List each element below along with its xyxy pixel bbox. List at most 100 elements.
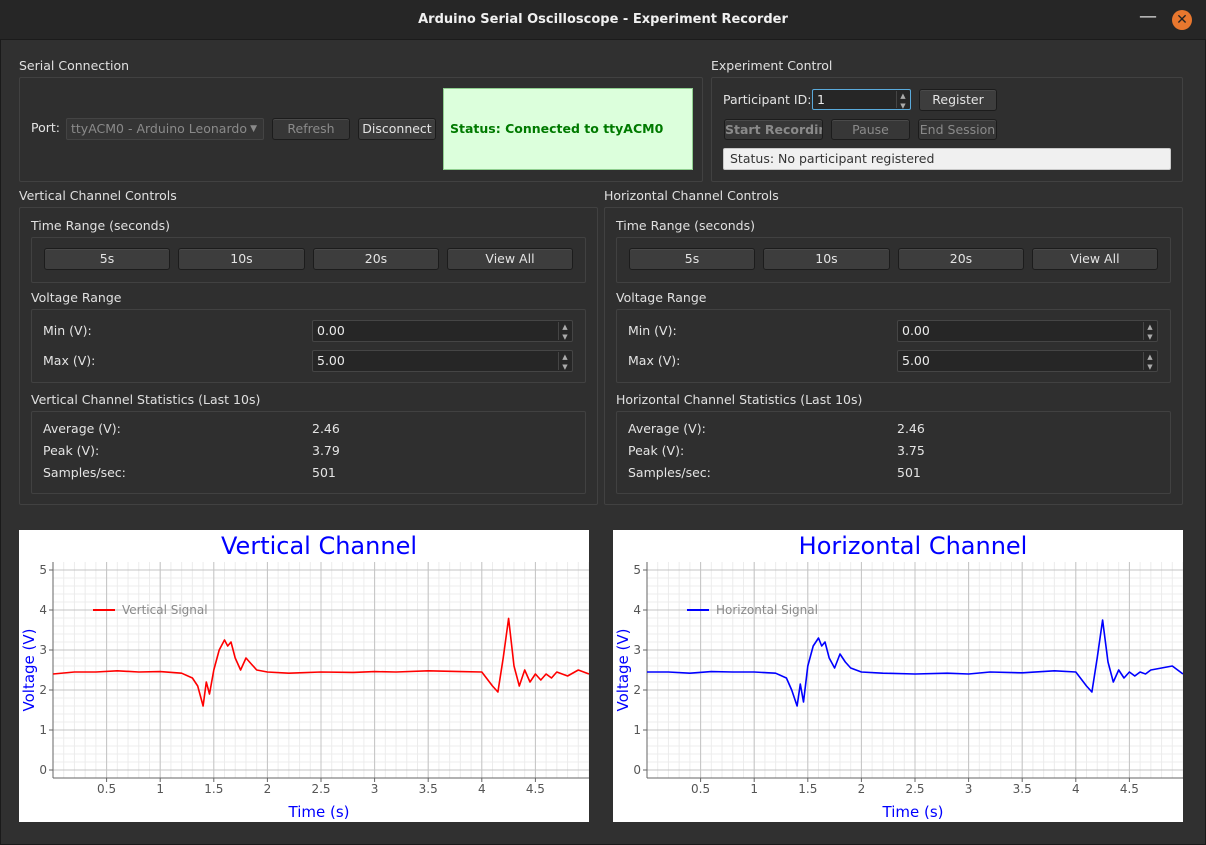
spin-arrows-icon[interactable]: ▲ ▼ xyxy=(558,322,571,341)
participant-id-label: Participant ID: xyxy=(723,92,812,107)
vertical-ytick-label: 3 xyxy=(39,643,47,657)
vertical-controls-title: Vertical Channel Controls xyxy=(19,188,177,203)
horizontal-avg-label: Average (V): xyxy=(628,421,706,436)
vertical-max-value: 5.00 xyxy=(317,353,345,368)
horizontal-xtick-label: 1 xyxy=(750,782,758,796)
minimize-icon[interactable]: — xyxy=(1138,8,1158,30)
close-icon[interactable]: ✕ xyxy=(1172,10,1192,30)
experiment-section-title: Experiment Control xyxy=(711,58,833,73)
horizontal-peak-label: Peak (V): xyxy=(628,443,685,458)
horizontal-time-10s-button[interactable]: 10s xyxy=(763,248,890,270)
horizontal-xtick-label: 2.5 xyxy=(905,782,924,796)
vertical-chart-title: Vertical Channel xyxy=(221,532,417,560)
vertical-avg-value: 2.46 xyxy=(312,421,340,436)
vertical-x-axis-label: Time (s) xyxy=(288,803,350,821)
horizontal-xtick-label: 3 xyxy=(965,782,973,796)
horizontal-ytick-label: 0 xyxy=(633,763,641,777)
horizontal-y-axis-label: Voltage (V) xyxy=(614,629,632,712)
spin-arrows-icon[interactable]: ▲ ▼ xyxy=(1143,322,1156,341)
refresh-button[interactable]: Refresh xyxy=(272,118,350,140)
port-select-value: ttyACM0 - Arduino Leonardo xyxy=(71,121,247,136)
vertical-time-range-title: Time Range (seconds) xyxy=(31,218,171,233)
port-label: Port: xyxy=(31,120,60,135)
vertical-min-field[interactable]: 0.00 ▲ ▼ xyxy=(312,320,573,342)
horizontal-controls-title: Horizontal Channel Controls xyxy=(604,188,779,203)
participant-id-value: 1 xyxy=(817,92,825,107)
vertical-ytick-label: 4 xyxy=(39,603,47,617)
horizontal-sps-value: 501 xyxy=(897,465,921,480)
horizontal-chart-title: Horizontal Channel xyxy=(799,532,1028,560)
vertical-time-20s-button[interactable]: 20s xyxy=(313,248,439,270)
pause-button[interactable]: Pause xyxy=(831,119,910,140)
vertical-peak-value: 3.79 xyxy=(312,443,340,458)
horizontal-peak-value: 3.75 xyxy=(897,443,925,458)
window-title: Arduino Serial Oscilloscope - Experiment… xyxy=(418,12,788,27)
spin-arrows-icon[interactable]: ▲ ▼ xyxy=(896,91,909,110)
vertical-max-field[interactable]: 5.00 ▲ ▼ xyxy=(312,350,573,372)
horizontal-xtick-label: 1.5 xyxy=(798,782,817,796)
vertical-voltage-range-title: Voltage Range xyxy=(31,290,122,305)
horizontal-xtick-label: 3.5 xyxy=(1013,782,1032,796)
horizontal-channel-chart[interactable]: 0.5 1 1.5 2 2.5 3 3.5 4 4.5 0 1 2 3 4 5 Horizontal Chan… xyxy=(613,530,1184,822)
vertical-legend-label: Vertical Signal xyxy=(122,603,208,617)
horizontal-stats-title: Horizontal Channel Statistics (Last 10s) xyxy=(616,392,863,407)
horizontal-chart-svg: 0.5 1 1.5 2 2.5 3 3.5 4 4.5 0 1 2 3 4 5 Horizontal Chan… xyxy=(614,532,1184,821)
disconnect-button[interactable]: Disconnect xyxy=(358,118,436,140)
vertical-min-label: Min (V): xyxy=(43,323,92,338)
horizontal-max-field[interactable]: 5.00 ▲ ▼ xyxy=(897,350,1158,372)
vertical-peak-label: Peak (V): xyxy=(43,443,100,458)
vertical-xtick-label: 1 xyxy=(156,782,164,796)
vertical-sps-value: 501 xyxy=(312,465,336,480)
horizontal-sps-label: Samples/sec: xyxy=(628,465,711,480)
horizontal-min-field[interactable]: 0.00 ▲ ▼ xyxy=(897,320,1158,342)
start-recording-button[interactable]: Start Recording xyxy=(724,119,823,140)
horizontal-min-label: Min (V): xyxy=(628,323,677,338)
vertical-time-10s-button[interactable]: 10s xyxy=(178,248,305,270)
participant-status: Status: No participant registered xyxy=(723,148,1171,170)
vertical-xtick-label: 3 xyxy=(371,782,379,796)
vertical-y-axis-label: Voltage (V) xyxy=(20,629,38,712)
vertical-avg-label: Average (V): xyxy=(43,421,121,436)
vertical-time-5s-button[interactable]: 5s xyxy=(44,248,170,270)
vertical-ytick-label: 0 xyxy=(39,763,47,777)
horizontal-min-value: 0.00 xyxy=(902,323,930,338)
horizontal-ytick-label: 4 xyxy=(633,603,641,617)
horizontal-xtick-label: 0.5 xyxy=(691,782,710,796)
register-button[interactable]: Register xyxy=(919,89,997,111)
horizontal-time-5s-button[interactable]: 5s xyxy=(629,248,755,270)
horizontal-legend-label: Horizontal Signal xyxy=(716,603,818,617)
vertical-channel-chart[interactable]: 0.5 1 1.5 2 2.5 3 3.5 4 4.5 0 1 2 3 4 5 Vertical Channe… xyxy=(19,530,590,822)
vertical-sps-label: Samples/sec: xyxy=(43,465,126,480)
horizontal-avg-value: 2.46 xyxy=(897,421,925,436)
vertical-xtick-label: 4.5 xyxy=(526,782,545,796)
vertical-max-label: Max (V): xyxy=(43,353,96,368)
spin-arrows-icon[interactable]: ▲ ▼ xyxy=(558,352,571,371)
horizontal-xtick-label: 4 xyxy=(1072,782,1080,796)
vertical-stats-title: Vertical Channel Statistics (Last 10s) xyxy=(31,392,261,407)
end-session-button[interactable]: End Session xyxy=(918,119,997,140)
horizontal-max-value: 5.00 xyxy=(902,353,930,368)
vertical-ytick-label: 2 xyxy=(39,683,47,697)
horizontal-ytick-label: 1 xyxy=(633,723,641,737)
vertical-xtick-label: 2 xyxy=(264,782,272,796)
horizontal-x-axis-label: Time (s) xyxy=(882,803,944,821)
horizontal-voltage-range-title: Voltage Range xyxy=(616,290,707,305)
chevron-down-icon: ▼ xyxy=(250,124,257,134)
spin-arrows-icon[interactable]: ▲ ▼ xyxy=(1143,352,1156,371)
vertical-xtick-label: 0.5 xyxy=(97,782,116,796)
horizontal-max-label: Max (V): xyxy=(628,353,681,368)
connection-status: Status: Connected to ttyACM0 xyxy=(443,88,693,170)
horizontal-ytick-label: 3 xyxy=(633,643,641,657)
horizontal-time-20s-button[interactable]: 20s xyxy=(898,248,1024,270)
port-select[interactable]: ttyACM0 - Arduino Leonardo ▼ xyxy=(66,118,264,140)
vertical-xtick-label: 1.5 xyxy=(204,782,223,796)
vertical-xtick-label: 3.5 xyxy=(419,782,438,796)
horizontal-time-view-all-button[interactable]: View All xyxy=(1032,248,1158,270)
vertical-ytick-label: 5 xyxy=(39,563,47,577)
vertical-time-view-all-button[interactable]: View All xyxy=(447,248,573,270)
horizontal-xtick-label: 4.5 xyxy=(1120,782,1139,796)
vertical-xtick-label: 4 xyxy=(478,782,486,796)
vertical-chart-svg: 0.5 1 1.5 2 2.5 3 3.5 4 4.5 0 1 2 3 4 5 Vertical Channe… xyxy=(20,532,590,821)
vertical-xtick-label: 2.5 xyxy=(311,782,330,796)
participant-id-field[interactable]: 1 ▲ ▼ xyxy=(812,89,911,110)
